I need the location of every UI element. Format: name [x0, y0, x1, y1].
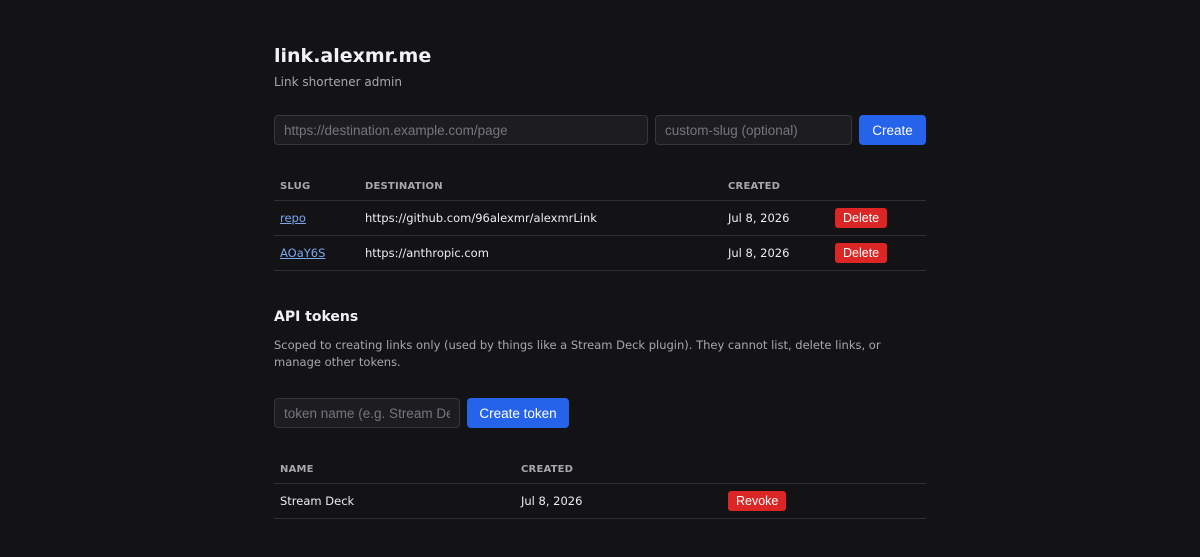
column-header-destination: DESTINATION: [359, 174, 722, 201]
revoke-token-button[interactable]: Revoke: [728, 490, 787, 511]
column-header-created: CREATED: [722, 174, 829, 201]
token-name-input[interactable]: [274, 398, 460, 428]
admin-panel: link.alexmr.me Link shortener admin Crea…: [274, 44, 926, 519]
token-name-cell: Stream Deck: [274, 483, 515, 519]
slug-link[interactable]: AOaY6S: [280, 246, 325, 260]
create-link-form: Create: [274, 115, 926, 145]
column-header-actions: [829, 174, 926, 201]
table-row: repo https://github.com/96alexmr/alexmrL…: [274, 200, 926, 236]
column-header-actions: [722, 457, 926, 484]
slug-cell: AOaY6S: [274, 235, 359, 271]
api-tokens-title: API tokens: [274, 309, 359, 325]
actions-cell: Delete: [829, 200, 926, 236]
table-row: AOaY6S https://anthropic.com Jul 8, 2026…: [274, 235, 926, 271]
tokens-table-header: NAME CREATED: [274, 457, 926, 484]
custom-slug-input[interactable]: [655, 115, 852, 145]
page-subtitle: Link shortener admin: [274, 75, 402, 89]
page-title: link.alexmr.me: [274, 45, 432, 67]
tokens-table: NAME CREATED Stream Deck Jul 8, 2026 Rev…: [274, 457, 926, 519]
actions-cell: Delete: [829, 235, 926, 271]
destination-cell: https://github.com/96alexmr/alexmrLink: [359, 200, 722, 236]
column-header-created: CREATED: [515, 457, 722, 484]
column-header-name: NAME: [274, 457, 515, 484]
create-link-button[interactable]: Create: [859, 115, 926, 145]
created-cell: Jul 8, 2026: [722, 200, 829, 236]
slug-link[interactable]: repo: [280, 211, 306, 225]
links-table-header: SLUG DESTINATION CREATED: [274, 174, 926, 201]
destination-input[interactable]: [274, 115, 648, 145]
api-tokens-description: Scoped to creating links only (used by t…: [274, 338, 881, 369]
created-cell: Jul 8, 2026: [722, 235, 829, 271]
slug-cell: repo: [274, 200, 359, 236]
destination-cell: https://anthropic.com: [359, 235, 722, 271]
create-token-form: Create token: [274, 398, 926, 428]
created-cell: Jul 8, 2026: [515, 483, 722, 519]
create-token-button[interactable]: Create token: [467, 398, 569, 428]
links-table: SLUG DESTINATION CREATED repo https://gi…: [274, 174, 926, 271]
column-header-slug: SLUG: [274, 174, 359, 201]
table-row: Stream Deck Jul 8, 2026 Revoke: [274, 483, 926, 519]
delete-link-button[interactable]: Delete: [835, 207, 888, 228]
actions-cell: Revoke: [722, 483, 926, 519]
delete-link-button[interactable]: Delete: [835, 242, 888, 263]
